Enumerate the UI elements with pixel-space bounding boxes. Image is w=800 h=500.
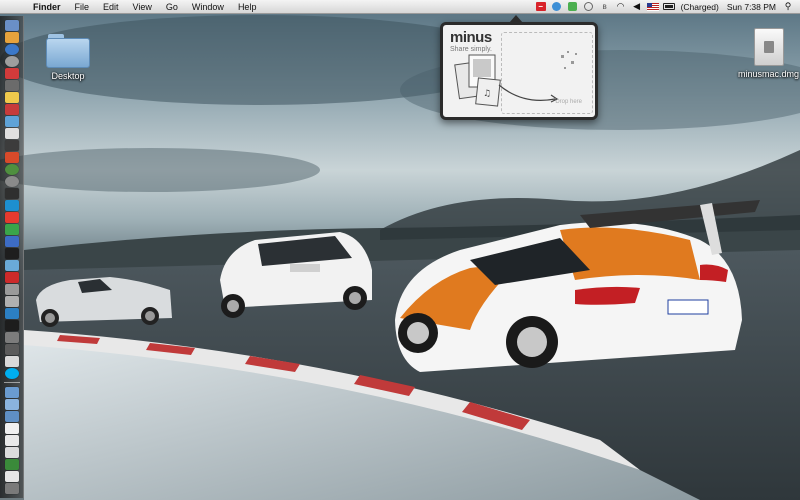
app-icon[interactable] (4, 458, 19, 470)
system-preferences-icon[interactable] (4, 55, 19, 67)
calendar-icon[interactable] (4, 67, 19, 79)
notes-icon[interactable] (4, 91, 19, 103)
desktop-icon-label: minusmac.dmg (738, 69, 800, 79)
minus-menu-icon[interactable]: − (535, 2, 547, 12)
menu-help[interactable]: Help (231, 2, 264, 12)
app-icon[interactable] (4, 211, 19, 223)
spotlight-icon[interactable]: ⚲ (782, 1, 794, 12)
app-icon[interactable] (4, 115, 19, 127)
flag-icon[interactable] (646, 2, 659, 12)
folder-icon (46, 34, 90, 68)
safari-icon[interactable] (4, 43, 19, 55)
app-icon[interactable] (4, 187, 19, 199)
terminal-icon[interactable] (4, 247, 19, 259)
document-icon[interactable] (4, 422, 19, 434)
app-icon[interactable] (4, 79, 19, 91)
app-icon[interactable] (4, 319, 19, 331)
document-icon[interactable] (4, 434, 19, 446)
app-icon[interactable] (4, 295, 19, 307)
menu-app-name[interactable]: Finder (26, 2, 68, 12)
app-icon[interactable] (4, 343, 19, 355)
document-icon[interactable] (4, 470, 19, 482)
finder-icon[interactable] (4, 19, 19, 31)
menu-bar: Finder File Edit View Go Window Help − ʙ… (0, 0, 800, 14)
menu-file[interactable]: File (68, 2, 97, 12)
desktop-folder-icon[interactable]: Desktop (46, 34, 90, 81)
skype-icon[interactable] (4, 367, 19, 379)
app-icon[interactable] (4, 307, 19, 319)
app-icon[interactable] (4, 127, 19, 139)
wallpaper-art (0, 15, 800, 500)
mail-icon[interactable] (4, 31, 19, 43)
battery-status[interactable]: (Charged) (677, 2, 723, 12)
app-icon[interactable] (4, 223, 19, 235)
svg-text:♫: ♫ (483, 89, 491, 99)
app-icon[interactable] (4, 283, 19, 295)
menu-edit[interactable]: Edit (96, 2, 126, 12)
drop-illustration: ♫ (454, 51, 577, 107)
app-icon[interactable] (4, 355, 19, 367)
bluetooth-icon[interactable]: ʙ (599, 2, 611, 12)
time-machine-icon[interactable] (583, 2, 595, 12)
app-icon[interactable] (4, 259, 19, 271)
wifi-icon[interactable]: ◠ (615, 1, 627, 12)
app-icon[interactable] (4, 103, 19, 115)
battery-icon[interactable] (662, 2, 675, 12)
folder-icon[interactable] (4, 386, 19, 398)
menu-extras: − ʙ ◠ ◀ (Charged) Sun 7:38 PM ⚲ (533, 0, 800, 14)
minus-popup[interactable]: minus Share simply. Drop here ♫ (440, 22, 598, 120)
app-icon[interactable] (4, 235, 19, 247)
folder-icon[interactable] (4, 398, 19, 410)
app-icon[interactable] (4, 139, 19, 151)
popup-pointer (509, 15, 523, 23)
desktop-icon-label: Desktop (51, 71, 85, 81)
disk-image-icon (753, 28, 784, 66)
menu-go[interactable]: Go (159, 2, 185, 12)
folder-icon[interactable] (4, 410, 19, 422)
document-icon[interactable] (4, 446, 19, 458)
menu-window[interactable]: Window (185, 2, 231, 12)
sync-icon[interactable] (551, 2, 563, 12)
app-icon[interactable] (4, 151, 19, 163)
app-icon[interactable] (4, 175, 19, 187)
trash-icon[interactable] (4, 482, 19, 494)
desktop-dmg-icon[interactable]: minusmac.dmg (738, 28, 799, 79)
menu-view[interactable]: View (126, 2, 159, 12)
desktop-wallpaper (0, 0, 800, 500)
menu-clock[interactable]: Sun 7:38 PM (723, 2, 780, 12)
dock (0, 16, 24, 498)
filezilla-icon[interactable] (4, 271, 19, 283)
evernote-icon[interactable] (567, 2, 579, 12)
app-icon[interactable] (4, 331, 19, 343)
volume-icon[interactable]: ◀ (631, 1, 643, 12)
app-icon[interactable] (4, 199, 19, 211)
app-icon[interactable] (4, 163, 19, 175)
dock-separator (3, 382, 20, 383)
